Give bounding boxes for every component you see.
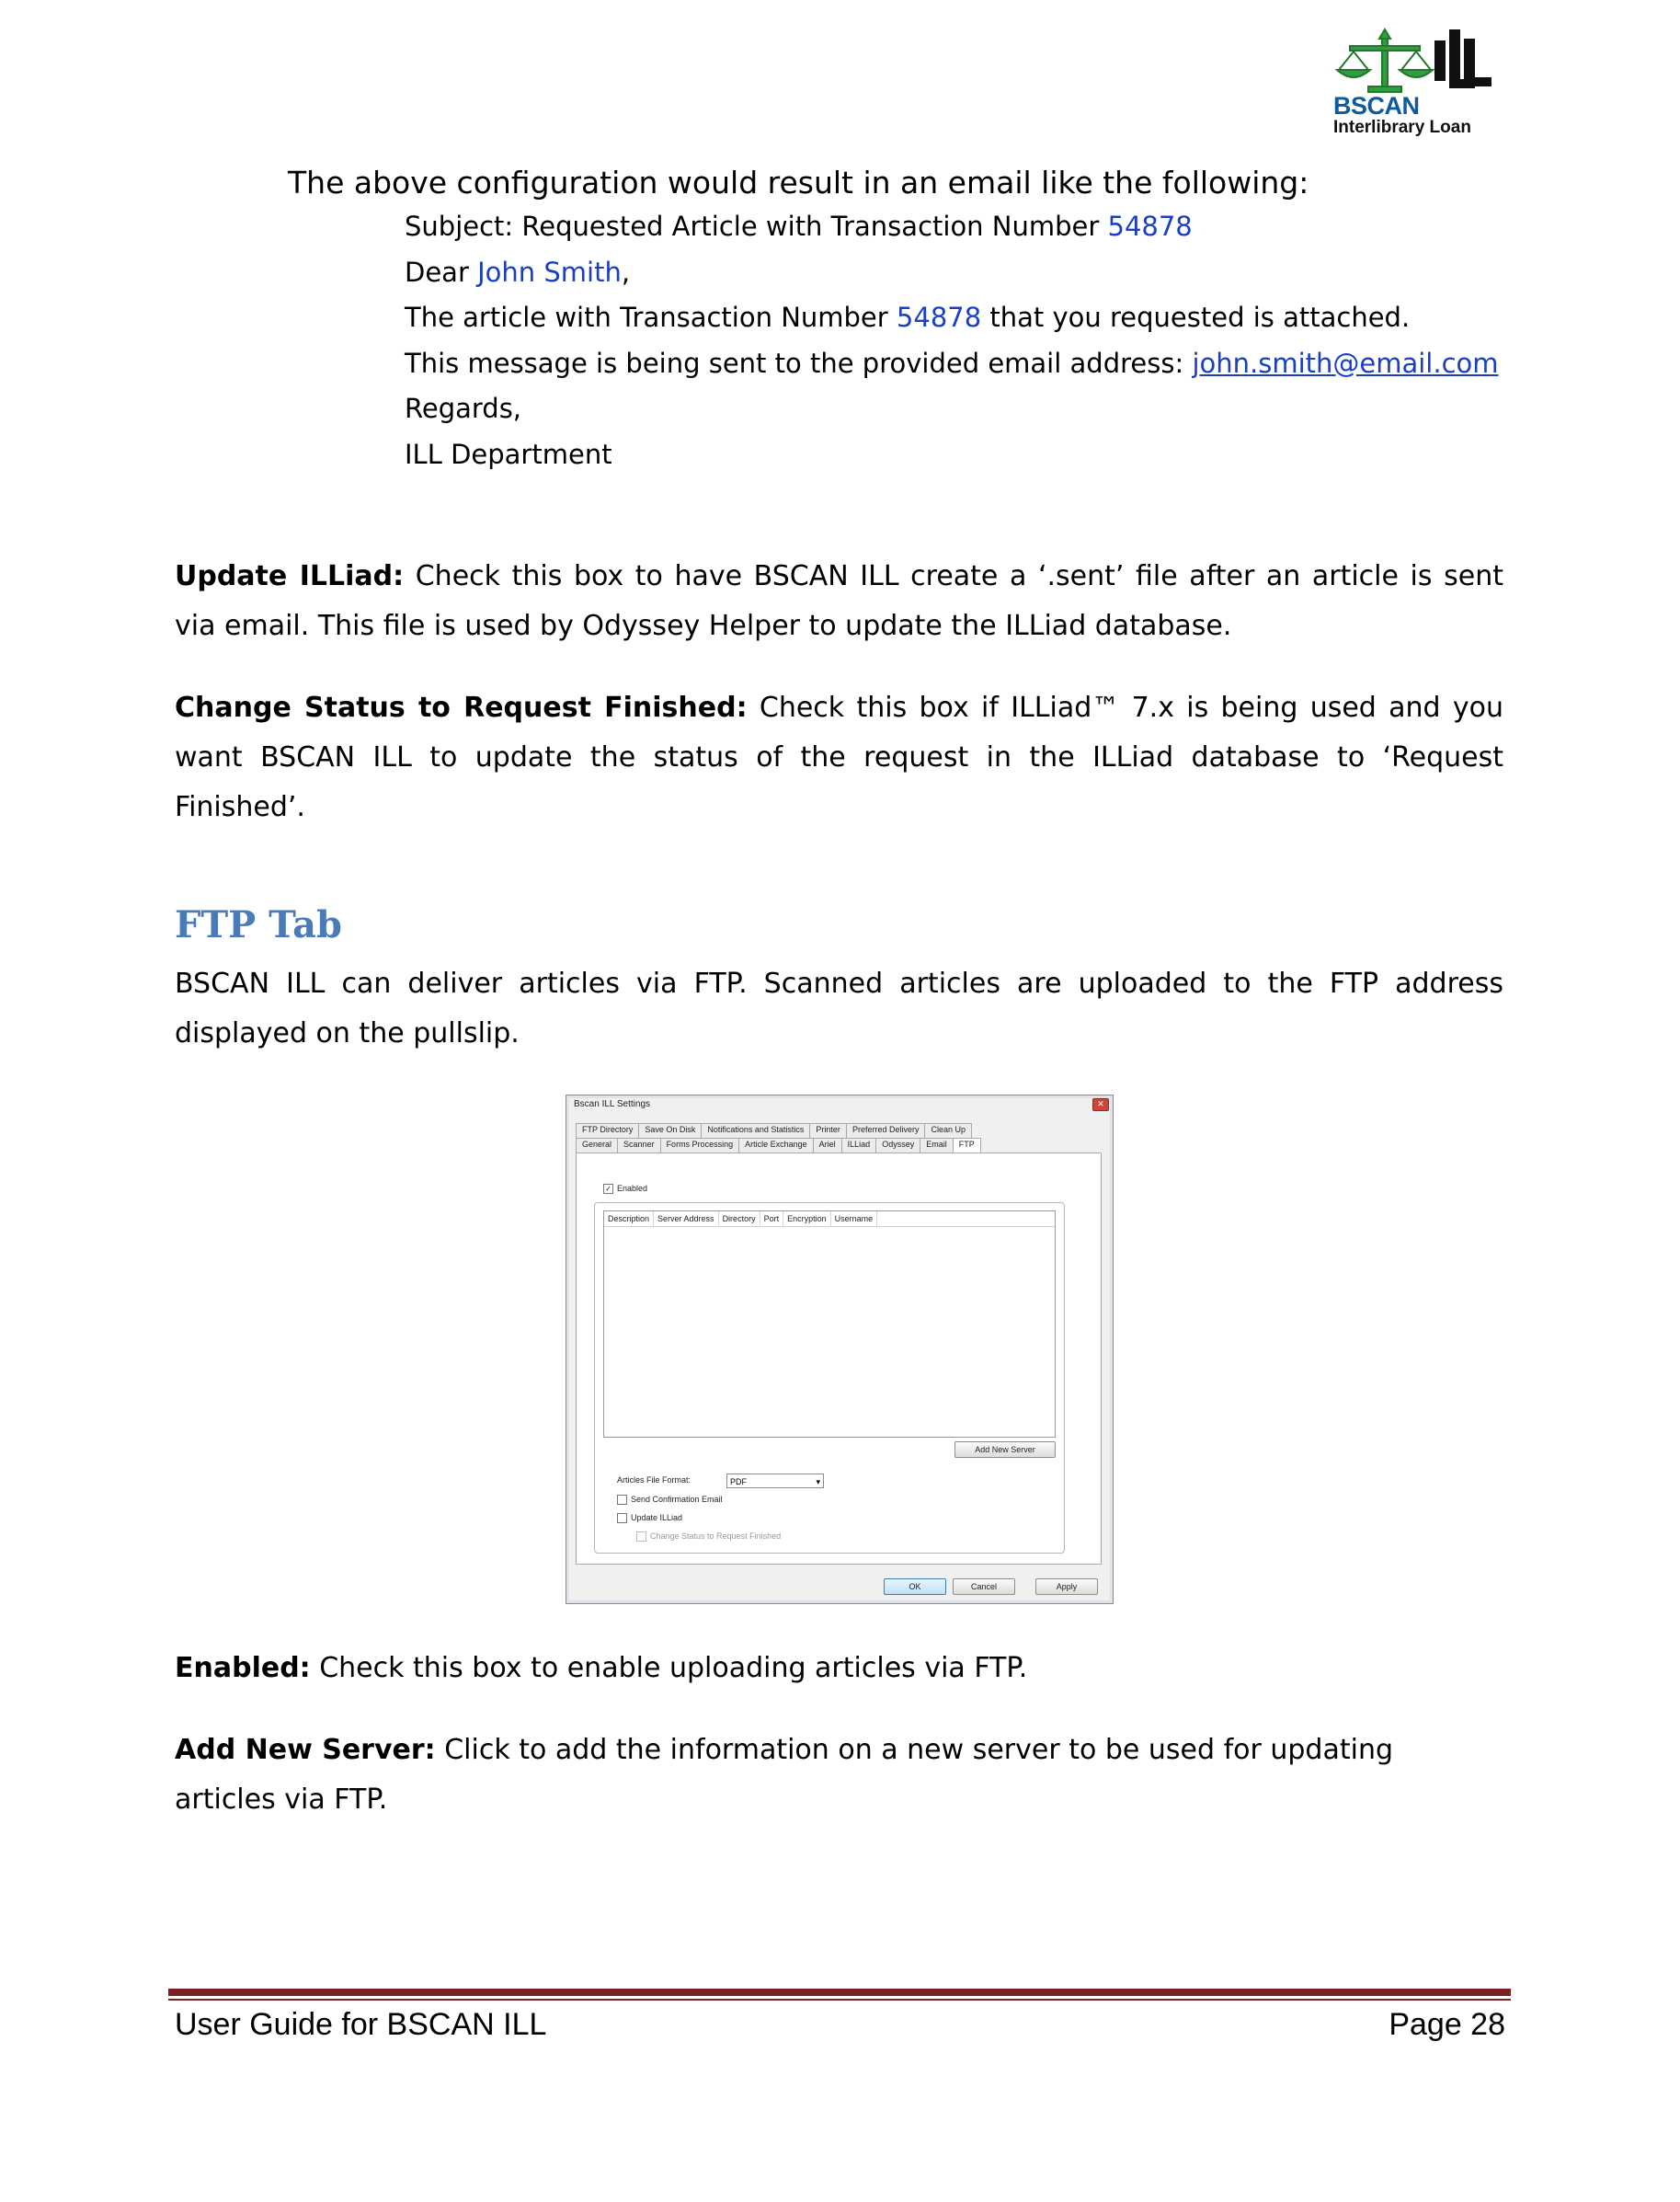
email-link[interactable]: john.smith@email.com — [1192, 348, 1498, 379]
articles-format-label: Articles File Format: — [617, 1475, 691, 1485]
greeting-text: Dear — [405, 256, 478, 288]
enabled-desc-label: Enabled: — [175, 1652, 311, 1684]
enabled-description: Enabled: Check this box to enable upload… — [175, 1644, 1503, 1693]
ftp-tab-intro: BSCAN ILL can deliver articles via FTP. … — [175, 968, 1503, 1049]
tab-scanner[interactable]: Scanner — [617, 1138, 661, 1153]
change-status-option-label: Change Status to Request Finished — [650, 1531, 782, 1541]
ok-button[interactable]: OK — [884, 1578, 946, 1595]
email-example-intro: The above configuration would result in … — [288, 165, 1309, 201]
add-server-description: Add New Server: Click to add the informa… — [175, 1726, 1462, 1825]
enabled-label: Enabled — [617, 1184, 648, 1193]
email-subject-line: Subject: Requested Article with Transact… — [405, 204, 1499, 250]
cancel-button[interactable]: Cancel — [953, 1578, 1015, 1595]
col-server-address[interactable]: Server Address — [654, 1211, 719, 1226]
transaction-number: 54878 — [896, 302, 982, 333]
chevron-down-icon: ▾ — [816, 1477, 820, 1486]
add-new-server-button[interactable]: Add New Server — [954, 1441, 1056, 1458]
email-greeting-line: Dear John Smith, — [405, 250, 1499, 296]
update-illiad-label: Update ILLiad: — [175, 560, 405, 592]
email-article-line: The article with Transaction Number 5487… — [405, 295, 1499, 341]
enabled-checkbox-row[interactable]: ✓ Enabled — [603, 1184, 648, 1195]
articles-format-select[interactable]: PDF ▾ — [726, 1474, 824, 1488]
patron-name: John Smith — [477, 256, 622, 288]
subject-text: Subject: Requested Article with Transact… — [405, 211, 1108, 242]
email-signature: ILL Department — [405, 438, 612, 470]
enabled-desc-text: Check this box to enable uploading artic… — [310, 1652, 1028, 1684]
tab-odyssey[interactable]: Odyssey — [875, 1138, 921, 1153]
update-illiad-paragraph: Update ILLiad: Check this box to have BS… — [175, 552, 1503, 651]
enabled-checkbox[interactable]: ✓ — [603, 1184, 613, 1195]
logo-wordmark: BSCAN — [1333, 92, 1420, 120]
tab-ftp-directory[interactable]: FTP Directory — [576, 1123, 640, 1138]
email-regards: Regards, — [405, 393, 522, 424]
tab-ariel[interactable]: Ariel — [812, 1138, 842, 1153]
page-number: Page 28 — [1389, 2007, 1505, 2042]
update-illiad-checkbox[interactable] — [617, 1513, 627, 1524]
add-server-desc-label: Add New Server: — [175, 1734, 436, 1766]
article-suffix: that you requested is attached. — [981, 302, 1411, 333]
ftp-server-list[interactable]: Description Server Address Directory Por… — [603, 1210, 1056, 1438]
article-text: The article with Transaction Number — [405, 302, 897, 333]
footer-rule-thin — [168, 1999, 1511, 2001]
col-username[interactable]: Username — [831, 1211, 878, 1226]
change-status-checkbox[interactable] — [636, 1531, 646, 1543]
tab-general[interactable]: General — [576, 1138, 619, 1153]
email-address-line: This message is being sent to the provid… — [405, 341, 1499, 387]
tabs-row-2: General Scanner Forms Processing Article… — [576, 1138, 981, 1153]
tab-illiad[interactable]: ILLiad — [840, 1138, 877, 1153]
update-illiad-row[interactable]: Update ILLiad — [617, 1513, 683, 1524]
tab-notifications[interactable]: Notifications and Statistics — [701, 1123, 811, 1138]
tab-ftp[interactable]: FTP — [952, 1138, 981, 1153]
ftp-tab-heading: FTP Tab — [175, 903, 342, 946]
footer-title: User Guide for BSCAN ILL — [175, 2007, 547, 2042]
logo-subtitle: Interlibrary Loan — [1333, 118, 1471, 137]
transaction-number: 54878 — [1107, 211, 1193, 242]
apply-button[interactable]: Apply — [1035, 1578, 1098, 1595]
tabs-row-1: FTP Directory Save On Disk Notifications… — [576, 1123, 972, 1138]
tab-email[interactable]: Email — [920, 1138, 954, 1153]
send-confirmation-row[interactable]: Send Confirmation Email — [617, 1495, 723, 1506]
tab-printer[interactable]: Printer — [809, 1123, 847, 1138]
update-illiad-option-label: Update ILLiad — [631, 1513, 683, 1522]
close-icon[interactable]: ✕ — [1092, 1098, 1109, 1111]
format-value: PDF — [730, 1477, 747, 1486]
change-status-label: Change Status to Request Finished: — [175, 692, 748, 724]
col-description[interactable]: Description — [604, 1211, 655, 1226]
greeting-comma: , — [621, 256, 631, 288]
change-status-row[interactable]: Change Status to Request Finished — [636, 1531, 782, 1543]
tab-save-on-disk[interactable]: Save On Disk — [638, 1123, 703, 1138]
dialog-title: Bscan ILL Settings — [574, 1099, 651, 1109]
col-directory[interactable]: Directory — [719, 1211, 760, 1226]
tab-forms-processing[interactable]: Forms Processing — [659, 1138, 740, 1153]
bscan-ill-logo: BSCAN Interlibrary Loan — [1331, 26, 1506, 141]
scales-icon — [1334, 28, 1491, 93]
email-example: Subject: Requested Article with Transact… — [405, 204, 1499, 477]
send-confirmation-checkbox[interactable] — [617, 1495, 627, 1506]
col-port[interactable]: Port — [760, 1211, 784, 1226]
tab-clean-up[interactable]: Clean Up — [924, 1123, 972, 1138]
settings-dialog: Bscan ILL Settings ✕ FTP Directory Save … — [566, 1095, 1114, 1604]
server-list-header: Description Server Address Directory Por… — [604, 1211, 1055, 1227]
tab-preferred-delivery[interactable]: Preferred Delivery — [845, 1123, 926, 1138]
change-status-paragraph: Change Status to Request Finished: Check… — [175, 683, 1503, 832]
send-confirmation-label: Send Confirmation Email — [631, 1495, 723, 1504]
tab-article-exchange[interactable]: Article Exchange — [738, 1138, 814, 1153]
footer-rule — [168, 1989, 1511, 1996]
col-encryption[interactable]: Encryption — [783, 1211, 831, 1226]
message-text: This message is being sent to the provid… — [405, 347, 1193, 379]
